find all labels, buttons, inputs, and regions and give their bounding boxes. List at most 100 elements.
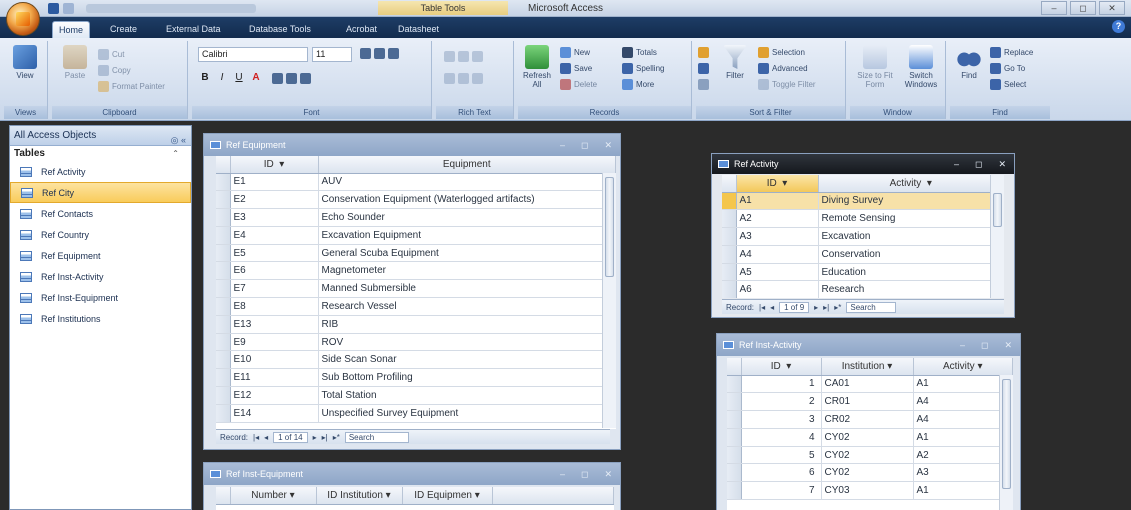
totals-button[interactable]: Totals [622, 47, 657, 58]
column-header-id-institution[interactable]: ID Institution ▾ [316, 487, 403, 505]
record-selector[interactable] [722, 209, 737, 229]
table-cell[interactable]: E9 [230, 333, 319, 352]
nav-item-ref-institutions[interactable]: Ref Institutions [10, 308, 191, 329]
table-cell[interactable]: E6 [230, 261, 319, 281]
spelling-button[interactable]: Spelling [622, 63, 664, 74]
record-selector[interactable] [216, 404, 231, 423]
record-selector[interactable] [216, 261, 231, 281]
scroll-thumb[interactable] [605, 177, 614, 277]
view-button[interactable]: View [8, 45, 42, 80]
table-cell[interactable]: E5 [230, 244, 319, 263]
nav-item-ref-equipment[interactable]: Ref Equipment [10, 245, 191, 266]
table-cell[interactable]: ROV [318, 333, 616, 352]
fill-color-icon[interactable] [272, 72, 283, 84]
record-selector[interactable] [727, 428, 742, 447]
table-row[interactable]: A1 Diving Survey [722, 192, 1004, 211]
table-cell[interactable]: E4 [230, 226, 319, 245]
nav-item-ref-inst-activity[interactable]: Ref Inst-Activity [10, 266, 191, 287]
record-selector[interactable] [216, 297, 231, 316]
collapse-group-icon[interactable]: ⌃ [172, 146, 179, 161]
numbering-icon[interactable] [458, 73, 469, 84]
vertical-scrollbar[interactable] [999, 375, 1013, 510]
table-row[interactable]: E4 Excavation Equipment [216, 226, 616, 245]
record-selector[interactable] [216, 208, 231, 227]
font-color-icon[interactable]: A [249, 71, 263, 85]
size-to-fit-button[interactable]: Size to Fit Form [852, 45, 898, 89]
advanced-button[interactable]: Advanced [758, 63, 808, 74]
new-record-button[interactable]: New [560, 47, 590, 58]
nav-header[interactable]: All Access Objects ◎ « [10, 126, 191, 146]
prev-record-icon[interactable]: ◂ [770, 303, 774, 312]
table-cell[interactable]: 3 [741, 410, 822, 429]
table-cell[interactable]: A5 [736, 263, 819, 282]
table-cell[interactable]: E11 [230, 368, 319, 388]
restore-icon[interactable]: ◻ [581, 463, 588, 485]
column-header-id-equipment[interactable]: ID Equipmen ▾ [402, 487, 493, 505]
table-cell[interactable]: A3 [913, 463, 1013, 483]
record-selector[interactable] [216, 244, 231, 263]
record-selector[interactable] [722, 280, 737, 298]
window-title-ref-equipment[interactable]: Ref Equipment – ◻ ✕ [204, 134, 620, 156]
column-header-id[interactable]: ID ▾ [736, 175, 819, 193]
record-selector[interactable] [216, 190, 231, 210]
table-cell[interactable]: A1 [736, 192, 819, 211]
table-cell[interactable]: Unspecified Survey Equipment [318, 404, 616, 423]
table-row[interactable]: E9 ROV [216, 333, 616, 352]
column-header-institution[interactable]: Institution ▾ [821, 358, 914, 376]
nav-group-tables[interactable]: Tables ⌃ [10, 146, 191, 161]
table-cell[interactable]: RIB [318, 315, 616, 334]
clear-sort-icon[interactable] [698, 79, 709, 90]
table-row[interactable]: 4 CY02 A1 [727, 428, 1013, 447]
first-record-icon[interactable]: |◂ [759, 303, 765, 312]
table-cell[interactable]: E8 [230, 297, 319, 316]
restore-icon[interactable]: ◻ [975, 154, 982, 174]
select-all-cell[interactable] [727, 358, 742, 376]
switch-windows-button[interactable]: Switch Windows [898, 45, 944, 89]
table-row[interactable]: E10 Side Scan Sonar [216, 350, 616, 370]
align-right-icon[interactable] [388, 48, 399, 59]
nav-item-ref-activity[interactable]: Ref Activity [10, 161, 191, 182]
font-size-select[interactable]: 11 [312, 47, 352, 62]
record-selector[interactable] [216, 279, 231, 299]
sort-ascending-icon[interactable] [698, 47, 709, 58]
column-header-id[interactable]: ID ▾ [230, 156, 319, 174]
table-cell[interactable]: A1 [913, 428, 1013, 447]
new-record-icon[interactable]: ▸* [333, 433, 340, 442]
table-cell[interactable]: 7 [741, 481, 822, 501]
minimize-icon[interactable]: – [954, 154, 959, 174]
maximize-button[interactable]: ◻ [1070, 1, 1096, 15]
last-record-icon[interactable]: ▸| [322, 433, 328, 442]
delete-button[interactable]: Delete [560, 79, 597, 90]
record-selector[interactable] [722, 263, 737, 282]
window-title-ref-inst-activity[interactable]: Ref Inst-Activity – ◻ ✕ [717, 334, 1020, 356]
table-cell[interactable]: A1 [913, 481, 1013, 501]
table-row[interactable]: 6 CY02 A3 [727, 463, 1013, 483]
table-row[interactable]: A5 Education [722, 263, 1004, 282]
tab-external-data[interactable]: External Data [160, 21, 227, 38]
record-selector[interactable] [722, 192, 737, 211]
alternate-fill-icon[interactable] [300, 72, 311, 84]
table-row[interactable]: E3 Echo Sounder [216, 208, 616, 227]
table-cell[interactable]: E2 [230, 190, 319, 210]
table-row[interactable]: 2 CR01 A4 [727, 392, 1013, 412]
more-button[interactable]: More [622, 79, 654, 90]
close-icon[interactable]: ✕ [604, 463, 612, 485]
selection-button[interactable]: Selection [758, 47, 805, 58]
record-selector[interactable] [216, 173, 231, 192]
restore-icon[interactable]: ◻ [981, 334, 988, 356]
scroll-thumb[interactable] [993, 193, 1002, 227]
table-cell[interactable]: E7 [230, 279, 319, 299]
table-cell[interactable]: General Scuba Equipment [318, 244, 616, 263]
save-icon[interactable] [48, 3, 59, 14]
select-button[interactable]: Select [990, 79, 1026, 90]
select-all-cell[interactable] [722, 175, 737, 193]
font-name-select[interactable]: Calibri [198, 47, 308, 62]
filter-button[interactable]: Filter [718, 45, 752, 80]
format-painter-button[interactable]: Format Painter [98, 81, 165, 92]
record-selector[interactable] [216, 386, 231, 405]
column-header-activity[interactable]: Activity ▾ [913, 358, 1013, 376]
table-cell[interactable]: Conservation Equipment (Waterlogged arti… [318, 190, 616, 210]
record-selector[interactable] [216, 368, 231, 388]
table-cell[interactable]: Side Scan Sonar [318, 350, 616, 370]
table-cell[interactable]: Magnetometer [318, 261, 616, 281]
